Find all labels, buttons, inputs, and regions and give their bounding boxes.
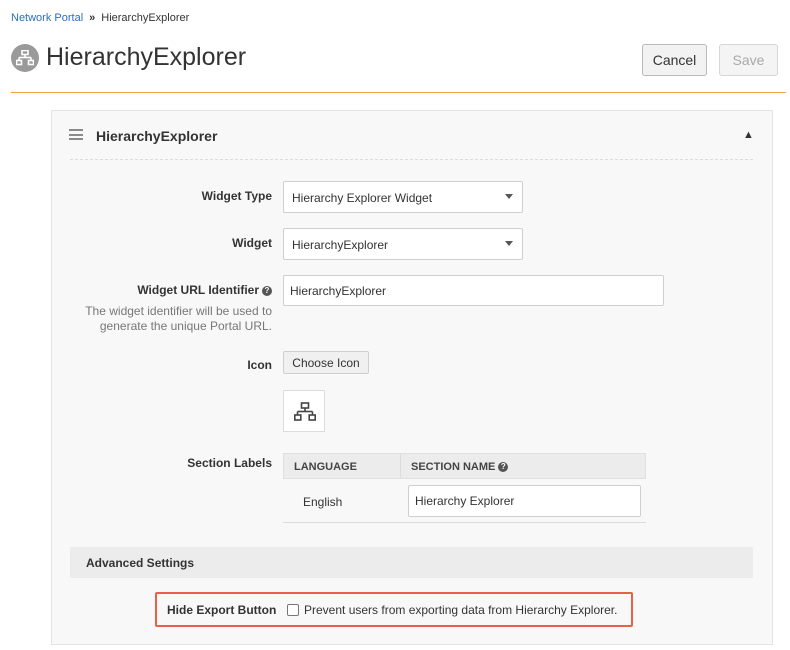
widget-select[interactable]: HierarchyExplorer (283, 228, 523, 260)
widget-url-input[interactable] (283, 275, 664, 306)
chevron-down-icon (505, 194, 513, 199)
widget-label: Widget (232, 236, 272, 250)
help-icon[interactable]: ? (262, 286, 272, 296)
title-divider (11, 92, 786, 93)
save-button[interactable]: Save (719, 44, 778, 76)
advanced-settings-title: Advanced Settings (86, 556, 195, 570)
chevron-down-icon (505, 241, 513, 246)
icon-preview (283, 390, 325, 432)
drag-handle-icon[interactable] (69, 129, 83, 140)
breadcrumb-link-network-portal[interactable]: Network Portal (11, 12, 83, 24)
advanced-settings-header[interactable]: Advanced Settings (70, 547, 753, 578)
hide-export-checkbox[interactable] (287, 604, 299, 616)
column-header-language: LANGUAGE (294, 461, 357, 473)
widget-url-help-line1: The widget identifier will be used to (85, 304, 272, 318)
widget-type-value: Hierarchy Explorer Widget (292, 191, 433, 205)
widget-type-label: Widget Type (201, 189, 272, 203)
widget-url-label: Widget URL Identifier? (137, 283, 272, 297)
panel-divider (70, 159, 753, 160)
help-icon[interactable]: ? (498, 462, 509, 472)
widget-url-help-line2: generate the unique Portal URL. (99, 319, 272, 333)
language-cell: English (303, 495, 343, 509)
column-header-section-name: SECTION NAME? (411, 461, 509, 473)
section-name-input[interactable] (408, 485, 641, 517)
widget-url-label-text: Widget URL Identifier (137, 283, 259, 297)
hide-export-label: Hide Export Button (167, 603, 277, 617)
hierarchy-icon (11, 44, 39, 72)
hide-export-checkbox-label[interactable]: Prevent users from exporting data from H… (304, 603, 617, 617)
panel-title: HierarchyExplorer (96, 128, 218, 144)
widget-value: HierarchyExplorer (292, 238, 389, 252)
widget-type-select[interactable]: Hierarchy Explorer Widget (283, 181, 523, 213)
cancel-button[interactable]: Cancel (642, 44, 707, 76)
widget-url-help: The widget identifier will be used to ge… (85, 304, 272, 334)
breadcrumb-separator: » (89, 12, 96, 24)
breadcrumb-current: HierarchyExplorer (101, 12, 190, 24)
section-labels-label: Section Labels (187, 456, 272, 470)
icon-label: Icon (247, 358, 272, 372)
collapse-icon[interactable]: ▲ (743, 129, 754, 141)
hierarchy-icon (294, 402, 316, 421)
choose-icon-button[interactable]: Choose Icon (283, 351, 369, 374)
page-title: HierarchyExplorer (46, 43, 247, 71)
table-header: LANGUAGE SECTION NAME? (283, 453, 646, 479)
breadcrumb: Network Portal » HierarchyExplorer (11, 12, 189, 24)
